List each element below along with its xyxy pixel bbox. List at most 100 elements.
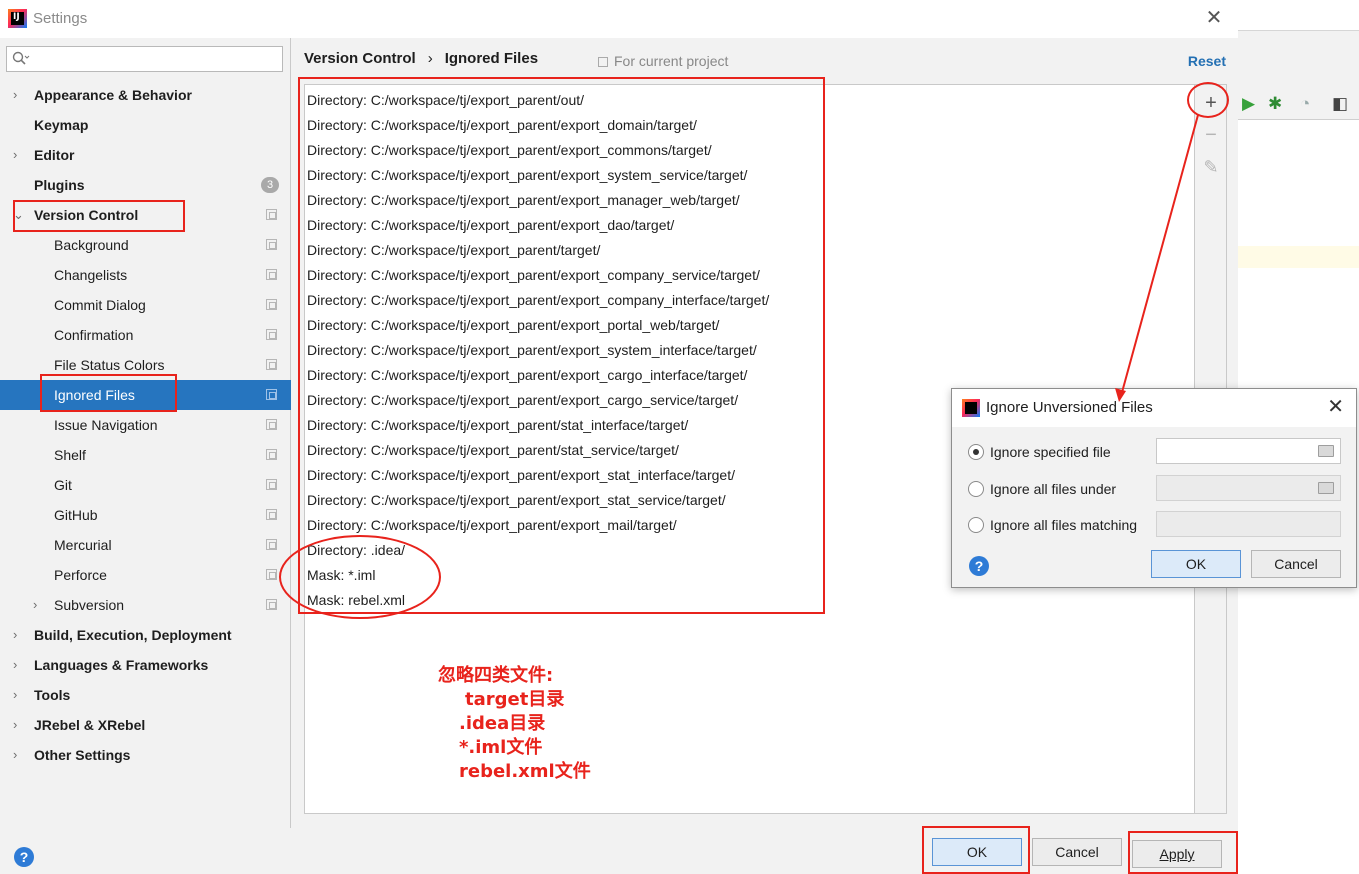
sidebar-item-subversion[interactable]: › Subversion [0,590,291,620]
dialog-cancel-button[interactable]: Cancel [1251,550,1341,578]
dialog-button-bar: ? OK Cancel Apply [0,828,1238,874]
chevron-right-icon[interactable]: › [13,80,25,110]
remove-icon[interactable]: − [1199,123,1223,147]
search-icon [12,51,30,65]
sidebar-item-label: Keymap [34,117,89,133]
project-level-icon [266,449,277,460]
coverage-icon[interactable]: ◧ [1332,94,1348,114]
list-item[interactable]: Directory: C:/workspace/tj/export_parent… [307,313,1187,338]
project-level-icon [266,329,277,340]
sidebar-item-file-status-colors[interactable]: File Status Colors [0,350,291,380]
dialog-ok-button[interactable]: OK [1151,550,1241,578]
sidebar-item-perforce[interactable]: Perforce [0,560,291,590]
project-level-icon [266,599,277,610]
sidebar-item-background[interactable]: Background [0,230,291,260]
sidebar-item-label: Background [54,237,129,253]
chevron-right-icon[interactable]: › [13,650,25,680]
project-level-icon [266,539,277,550]
ok-button[interactable]: OK [932,838,1022,866]
list-item[interactable]: Directory: C:/workspace/tj/export_parent… [307,238,1187,263]
sidebar-item-ignored-files[interactable]: Ignored Files [0,380,291,410]
run-icon[interactable]: ▶ [1242,94,1255,114]
project-level-icon [266,359,277,370]
apply-button[interactable]: Apply [1132,840,1222,868]
chevron-right-icon[interactable]: › [13,680,25,710]
settings-search-input[interactable] [6,46,283,72]
annotation-note: 忽略四类文件: target目录 .idea目录 *.iml文件 rebel.x… [438,664,591,784]
folder-icon[interactable] [1318,445,1334,457]
files-under-field[interactable] [1156,475,1341,501]
folder-icon[interactable] [1318,482,1334,494]
project-level-icon [266,509,277,520]
sidebar-item-commit-dialog[interactable]: Commit Dialog [0,290,291,320]
chevron-right-icon[interactable]: › [13,710,25,740]
radio-icon[interactable] [968,481,984,497]
list-item[interactable]: Directory: C:/workspace/tj/export_parent… [307,363,1187,388]
project-level-icon [266,269,277,280]
chevron-right-icon[interactable]: › [13,140,25,170]
files-matching-field[interactable] [1156,511,1341,537]
list-item[interactable]: Directory: C:/workspace/tj/export_parent… [307,263,1187,288]
chevron-right-icon[interactable]: › [13,740,25,770]
sidebar-item-build-execution-deployment[interactable]: › Build, Execution, Deployment [0,620,291,650]
sidebar-item-label: Build, Execution, Deployment [34,627,232,643]
close-icon[interactable]: ✕ [1327,394,1344,419]
add-icon[interactable]: + [1199,91,1223,115]
list-item[interactable]: Directory: C:/workspace/tj/export_parent… [307,338,1187,363]
sidebar-item-label: GitHub [54,507,98,523]
background-editor-highlight [1238,246,1359,268]
list-item[interactable]: Directory: C:/workspace/tj/export_parent… [307,213,1187,238]
sidebar-item-version-control[interactable]: ⌄ Version Control [0,200,291,230]
sidebar-item-issue-navigation[interactable]: Issue Navigation [0,410,291,440]
close-icon[interactable]: ✕ [1202,6,1226,30]
edit-icon[interactable]: ✎ [1199,155,1223,179]
chevron-right-icon[interactable]: › [13,620,25,650]
scope-label: For current project [598,53,728,69]
sidebar-item-github[interactable]: GitHub [0,500,291,530]
list-item[interactable]: Directory: C:/workspace/tj/export_parent… [307,188,1187,213]
sidebar-item-shelf[interactable]: Shelf [0,440,291,470]
cancel-button[interactable]: Cancel [1032,838,1122,866]
breadcrumb-separator: › [427,50,433,67]
sidebar-item-editor[interactable]: › Editor [0,140,291,170]
sidebar-item-tools[interactable]: › Tools [0,680,291,710]
sidebar-item-other-settings[interactable]: › Other Settings [0,740,291,770]
sidebar-item-label: Issue Navigation [54,417,158,433]
list-item[interactable]: Directory: C:/workspace/tj/export_parent… [307,88,1187,113]
sidebar-item-confirmation[interactable]: Confirmation [0,320,291,350]
list-item[interactable]: Directory: C:/workspace/tj/export_parent… [307,138,1187,163]
debug-icon[interactable]: ✱ [1268,94,1282,114]
sidebar-item-languages-frameworks[interactable]: › Languages & Frameworks [0,650,291,680]
sidebar-item-label: Changelists [54,267,128,283]
sidebar-item-label: Version Control [34,207,139,223]
radio-selected-icon[interactable] [968,444,984,460]
help-icon[interactable]: ? [969,556,989,576]
project-level-icon [266,209,277,220]
chevron-right-icon[interactable]: › [33,590,45,620]
list-item[interactable]: Mask: rebel.xml [307,588,1187,613]
sidebar-item-git[interactable]: Git [0,470,291,500]
background-ide-toolbar: ▶ ✱ ◔ ◧ [1238,30,1359,120]
sidebar-item-keymap[interactable]: Keymap [0,110,291,140]
list-item[interactable]: Directory: C:/workspace/tj/export_parent… [307,113,1187,138]
profile-icon[interactable]: ◔ [1300,94,1310,114]
sidebar-item-plugins[interactable]: Plugins 3 [0,170,291,200]
sidebar-item-appearance-behavior[interactable]: › Appearance & Behavior [0,80,291,110]
project-icon [598,57,608,67]
radio-icon[interactable] [968,517,984,533]
list-item[interactable]: Directory: C:/workspace/tj/export_parent… [307,163,1187,188]
list-item[interactable]: Directory: C:/workspace/tj/export_parent… [307,288,1187,313]
chevron-down-icon[interactable]: ⌄ [13,200,25,230]
help-icon[interactable]: ? [14,847,34,867]
breadcrumb-parent[interactable]: Version Control [304,50,416,67]
reset-link[interactable]: Reset [1188,53,1226,69]
specified-file-field[interactable] [1156,438,1341,464]
sidebar-item-label: JRebel & XRebel [34,717,146,733]
sidebar-item-jrebel-xrebel[interactable]: › JRebel & XRebel [0,710,291,740]
sidebar-item-changelists[interactable]: Changelists [0,260,291,290]
settings-sidebar: › Appearance & Behavior Keymap › Editor Plugi… [0,38,291,828]
project-level-icon [266,299,277,310]
sidebar-item-label: Tools [34,687,71,703]
ignore-unversioned-files-dialog: Ignore Unversioned Files ✕ Ignore specif… [951,388,1357,588]
sidebar-item-mercurial[interactable]: Mercurial [0,530,291,560]
